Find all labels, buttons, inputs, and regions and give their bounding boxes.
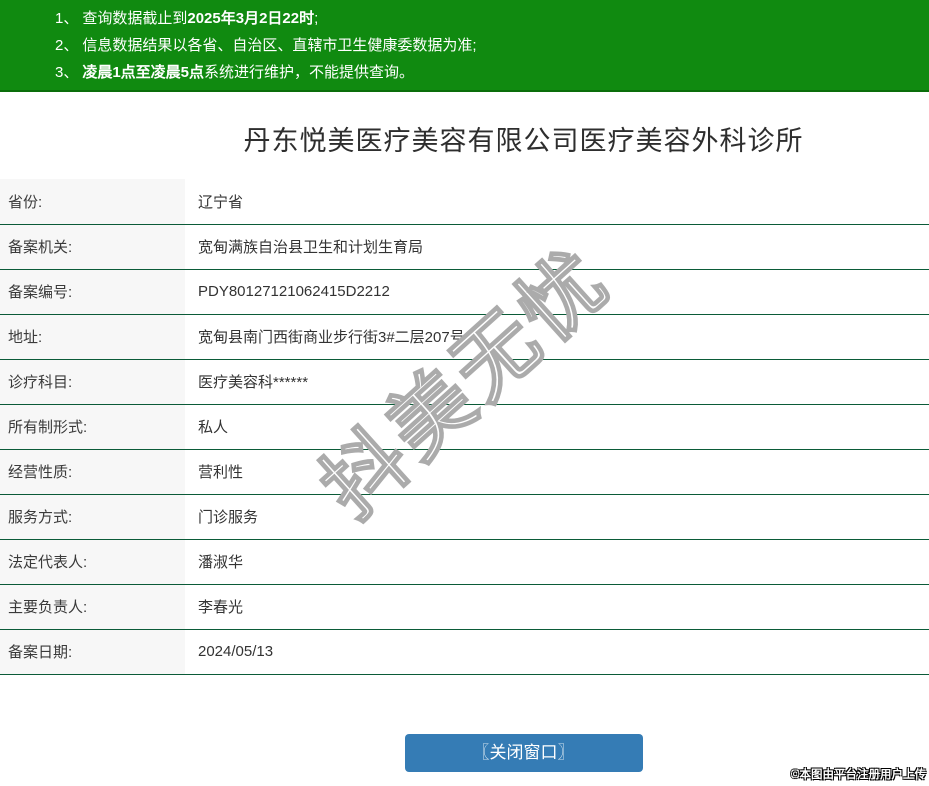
table-row: 地址: 宽甸县南门西街商业步行街3#二层207号 — [0, 314, 929, 359]
row-value: 私人 — [198, 419, 229, 436]
info-table: 省份: 辽宁省 备案机关: 宽甸满族自治县卫生和计划生育局 备案编号: PDY8… — [0, 179, 929, 675]
table-row: 法定代表人: 潘淑华 — [0, 539, 929, 584]
table-row: 诊疗科目: 医疗美容科****** — [0, 359, 929, 404]
page-title: 丹东悦美医疗美容有限公司医疗美容外科诊所 — [243, 126, 804, 156]
table-row: 服务方式: 门诊服务 — [0, 494, 929, 539]
row-value: 潘淑华 — [198, 554, 244, 571]
table-row: 主要负责人: 李春光 — [0, 584, 929, 629]
row-label: 法定代表人: — [0, 539, 185, 584]
row-label: 诊疗科目: — [0, 359, 185, 404]
row-value: 辽宁省 — [198, 193, 244, 211]
close-window-button[interactable]: 〖关闭窗口〗 — [404, 733, 643, 772]
notice-item: 2、 信息数据结果以各省、自治区、直辖市卫生健康委数据为准; — [55, 37, 477, 54]
row-value: 李春光 — [198, 599, 244, 616]
row-value: 宽甸县南门西街商业步行街3#二层207号 — [198, 329, 465, 346]
notice-banner: 1、 查询数据截止到2025年3月2日22时; 2、 信息数据结果以各省、自治区、直… — [0, 0, 929, 92]
row-value: 2024/05/13 — [198, 643, 274, 660]
table-row: 备案机关: 宽甸满族自治县卫生和计划生育局 — [0, 224, 929, 269]
table-row: 所有制形式: 私人 — [0, 404, 929, 449]
row-label: 地址: — [0, 314, 185, 359]
notice-list: 1、 查询数据截止到2025年3月2日22时; 2、 信息数据结果以各省、自治区、直… — [0, 5, 929, 86]
row-label: 备案编号: — [0, 269, 185, 314]
table-row: 经营性质: 营利性 — [0, 449, 929, 494]
row-label: 服务方式: — [0, 494, 185, 539]
table-row: 备案日期: 2024/05/13 — [0, 629, 929, 674]
row-value: 营利性 — [198, 464, 244, 481]
row-label: 备案日期: — [0, 629, 185, 674]
table-row: 备案编号: PDY80127121062415D2212 — [0, 269, 929, 314]
row-label: 经营性质: — [0, 449, 185, 494]
row-value: 宽甸满族自治县卫生和计划生育局 — [198, 239, 424, 256]
row-value: 门诊服务 — [198, 509, 259, 526]
row-label: 主要负责人: — [0, 584, 185, 629]
row-label: 省份: — [0, 179, 185, 224]
upload-note: ©本图由平台注册用户上传 — [791, 769, 926, 781]
button-row: 〖关闭窗口〗 — [0, 733, 929, 772]
row-label: 备案机关: — [0, 224, 185, 269]
row-value: PDY80127121062415D2212 — [198, 283, 390, 300]
row-value: 医疗美容科****** — [198, 374, 309, 391]
notice-item: 1、 查询数据截止到2025年3月2日22时; — [55, 10, 319, 27]
notice-item: 3、 凌晨1点至凌晨5点系统进行维护，不能提供查询。 — [55, 64, 415, 81]
table-row: 省份: 辽宁省 — [0, 179, 929, 224]
row-label: 所有制形式: — [0, 404, 185, 449]
